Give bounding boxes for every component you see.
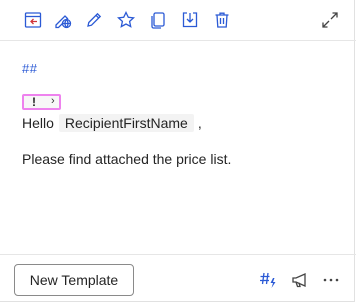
greeting-line: Hello RecipientFirstName , — [22, 113, 202, 133]
save-download-icon[interactable] — [180, 10, 200, 30]
chip-exclamation: ! — [32, 95, 36, 109]
chevron-right-icon: › — [51, 95, 55, 107]
edit-icon[interactable] — [84, 10, 104, 30]
toolbar — [0, 0, 356, 41]
macro-hash-icon[interactable] — [258, 270, 278, 290]
web-pencil-icon[interactable] — [53, 10, 73, 30]
body-paragraph: Please find attached the price list. — [22, 151, 232, 167]
more-options-icon[interactable] — [321, 270, 341, 290]
new-template-button[interactable]: New Template — [14, 264, 134, 296]
copy-icon[interactable] — [148, 10, 168, 30]
favorite-star-icon[interactable] — [116, 10, 136, 30]
conditional-chip[interactable]: ! › — [22, 94, 61, 110]
greeting-comma: , — [197, 115, 202, 131]
recipient-first-name-field[interactable]: RecipientFirstName — [58, 114, 194, 132]
announcement-icon[interactable] — [290, 270, 310, 290]
delete-icon[interactable] — [212, 10, 232, 30]
template-pane: ## ! › Hello RecipientFirstName , Please… — [0, 0, 356, 302]
insert-template-icon[interactable] — [23, 10, 43, 30]
expand-icon[interactable] — [320, 10, 340, 30]
greeting-text: Hello — [22, 115, 54, 131]
macro-hash-text[interactable]: ## — [22, 61, 37, 76]
